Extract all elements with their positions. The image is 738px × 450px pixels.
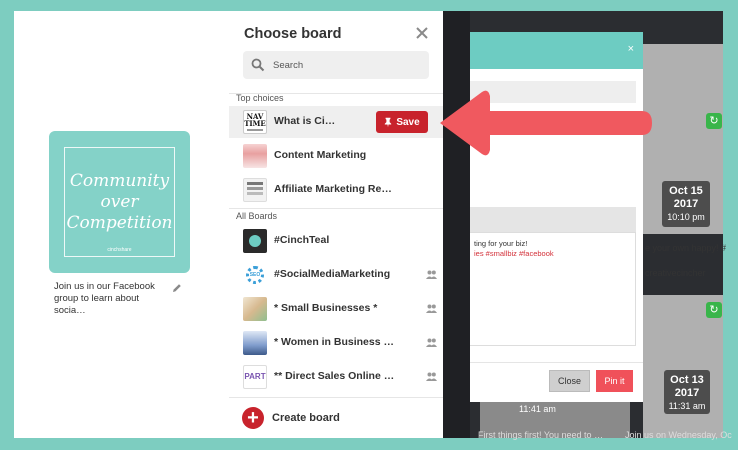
board-row-direct-sales-online[interactable]: PART ** Direct Sales Online … (229, 361, 443, 393)
dialog-close-icon[interactable]: × (628, 43, 634, 55)
choose-board-panel: Choose board Top choices NAVTIME What is… (229, 11, 443, 438)
dialog-section-bar (470, 207, 636, 232)
dialog-footer: Close Pin it (470, 362, 643, 402)
board-thumbnail (243, 297, 267, 321)
dialog-description[interactable]: ting for your biz! ies #smallbiz #facebo… (470, 232, 636, 346)
schedule-badge: Oct 13 2017 11:31 am (664, 370, 710, 414)
search-icon (251, 58, 265, 72)
background-time: 11:41 am (519, 404, 556, 414)
dialog-text-line: ting for your biz! (474, 239, 528, 248)
board-thumbnail (243, 331, 267, 355)
board-thumbnail: PART (243, 365, 267, 389)
divider (229, 208, 443, 209)
board-name: ** Direct Sales Online … (274, 370, 395, 382)
board-name: What is Ci… (274, 115, 336, 127)
board-thumbnail (243, 178, 267, 202)
badge-year: 2017 (673, 198, 699, 210)
board-name: Affiliate Marketing Re… (274, 183, 392, 195)
background-caption: Join us on Wednesday, Oc (625, 430, 732, 440)
board-thumbnail: SEO (243, 263, 267, 287)
badge-time: 10:10 pm (667, 212, 705, 222)
arrow-annotation (440, 90, 652, 156)
board-thumbnail: NAV TIME (243, 110, 267, 134)
dialog-hashtags: #smallbiz #facebook (485, 249, 554, 258)
board-row-women-in-business[interactable]: * Women in Business … (229, 327, 443, 359)
badge-date: Oct 13 (670, 374, 704, 386)
create-board-button[interactable]: + Create board (229, 407, 443, 438)
background-caption: First things first! You need to … (478, 430, 604, 440)
schedule-badge: Oct 15 2017 10:10 pm (662, 181, 710, 227)
board-name: * Women in Business … (274, 336, 394, 348)
pin-image-line-3: Competition (66, 212, 173, 233)
pin-image-line-2: over (100, 191, 139, 212)
board-row-cinchteal[interactable]: #CinchTeal (229, 225, 443, 257)
board-name: * Small Businesses * (274, 302, 378, 314)
save-label: Save (396, 116, 420, 128)
background-caption: creativecincher (645, 268, 706, 278)
pencil-icon[interactable] (171, 282, 183, 294)
group-icon (426, 338, 437, 347)
close-icon[interactable] (416, 27, 428, 39)
board-row-what-is-cinch[interactable]: NAV TIME What is Ci… Save (229, 106, 443, 138)
all-boards-heading: All Boards (236, 211, 278, 221)
board-thumbnail (243, 144, 267, 168)
badge-date: Oct 15 (669, 185, 703, 197)
search-box (243, 51, 429, 79)
pin-image-frame: Community over Competition cinchshare (64, 147, 175, 257)
board-row-affiliate-marketing[interactable]: Affiliate Marketing Re… (229, 174, 443, 206)
close-button[interactable]: Close (549, 370, 590, 392)
dialog-text-line: ies #smallbiz #facebook (474, 249, 631, 259)
group-icon (426, 372, 437, 381)
group-icon (426, 270, 437, 279)
background-sidebar (443, 11, 470, 438)
plus-icon: + (242, 407, 264, 429)
refresh-icon: ↻ (706, 302, 722, 318)
create-board-label: Create board (272, 412, 340, 424)
pin-it-button[interactable]: Pin it (596, 370, 633, 392)
board-name: #SocialMediaMarketing (274, 268, 391, 280)
pin-description: Join us in our Facebook group to learn a… (54, 281, 155, 316)
pin-image: Community over Competition cinchshare (49, 131, 190, 273)
divider (229, 397, 443, 398)
pin-image-brand: cinchshare (107, 247, 132, 253)
refresh-icon: ↻ (706, 113, 722, 129)
board-thumbnail (243, 229, 267, 253)
group-icon (426, 304, 437, 313)
search-input[interactable] (273, 51, 423, 79)
board-name: Content Marketing (274, 149, 367, 161)
board-row-content-marketing[interactable]: Content Marketing (229, 140, 443, 172)
background-caption: e your own happy! # (645, 243, 727, 253)
panel-title: Choose board (244, 26, 342, 42)
dialog-header: × (470, 32, 643, 69)
top-choices-heading: Top choices (236, 93, 284, 103)
board-row-small-businesses[interactable]: * Small Businesses * (229, 293, 443, 325)
save-button[interactable]: Save (376, 111, 428, 133)
badge-year: 2017 (674, 387, 700, 399)
dialog-text-prefix: ies (474, 249, 486, 258)
board-name: #CinchTeal (274, 234, 330, 246)
board-row-socialmediamarketing[interactable]: SEO #SocialMediaMarketing (229, 259, 443, 291)
pin-icon (385, 117, 392, 127)
pin-image-line-1: Community (69, 170, 170, 191)
badge-time: 11:31 am (668, 401, 706, 411)
